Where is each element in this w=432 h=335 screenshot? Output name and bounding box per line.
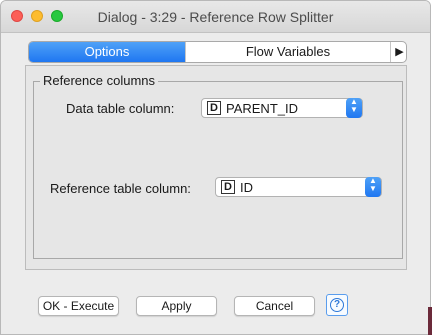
reference-table-column-label: Reference table column: bbox=[50, 181, 191, 196]
dialog-window: Dialog - 3:29 - Reference Row Splitter O… bbox=[0, 0, 431, 335]
group-legend: Reference columns bbox=[40, 73, 158, 88]
apply-button[interactable]: Apply bbox=[136, 296, 217, 316]
reference-table-column-value: ID bbox=[240, 180, 253, 195]
tab-bar: Options Flow Variables ▶ bbox=[28, 41, 407, 63]
data-table-column-label: Data table column: bbox=[66, 101, 175, 116]
help-icon: ? bbox=[330, 298, 344, 312]
overflow-arrow-icon[interactable]: ▶ bbox=[390, 42, 406, 62]
data-table-column-select[interactable]: D PARENT_ID ▲ ▼ bbox=[201, 98, 363, 118]
help-button[interactable]: ? bbox=[326, 294, 348, 316]
tab-options[interactable]: Options bbox=[29, 42, 185, 62]
select-arrows-icon: ▲ ▼ bbox=[346, 98, 362, 118]
string-type-icon: D bbox=[207, 101, 221, 115]
tab-flow-variables[interactable]: Flow Variables bbox=[185, 42, 390, 62]
cancel-button[interactable]: Cancel bbox=[234, 296, 315, 316]
reference-table-column-select[interactable]: D ID ▲ ▼ bbox=[215, 177, 382, 197]
title-bar[interactable]: Dialog - 3:29 - Reference Row Splitter bbox=[1, 1, 430, 33]
string-type-icon: D bbox=[221, 180, 235, 194]
ok-execute-button[interactable]: OK - Execute bbox=[38, 296, 119, 316]
window-title: Dialog - 3:29 - Reference Row Splitter bbox=[97, 9, 334, 25]
select-arrows-icon: ▲ ▼ bbox=[365, 177, 381, 197]
data-table-column-value: PARENT_ID bbox=[226, 101, 298, 116]
background-window-edge bbox=[428, 307, 432, 335]
